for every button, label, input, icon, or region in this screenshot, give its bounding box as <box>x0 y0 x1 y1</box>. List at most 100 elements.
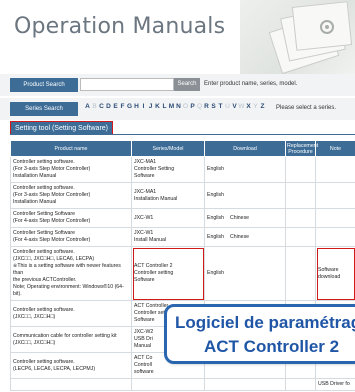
gear-illustration-icon <box>320 20 334 34</box>
series-letter-i[interactable]: I <box>140 103 147 110</box>
cell-note <box>315 182 355 210</box>
cell-product-name-line: (JXC□□, JXC□H□) <box>13 339 56 346</box>
cell-model-line: Software <box>134 277 155 284</box>
download-link-english[interactable]: English <box>207 234 224 240</box>
series-search-button[interactable]: Series Search <box>10 102 78 116</box>
cell-product-name-line: Controller setting software. <box>13 358 75 365</box>
series-letter-h[interactable]: H <box>133 103 140 110</box>
product-search-input[interactable] <box>80 78 174 91</box>
column-header-model: Series/Model <box>131 140 205 157</box>
cell-model-line: Controller Setting <box>134 166 175 173</box>
download-link-chinese[interactable]: Chinese <box>230 234 249 240</box>
callout-box: Logiciel de paramétrag ACT Controller 2 <box>164 304 355 364</box>
series-letter-e[interactable]: E <box>112 103 119 110</box>
cell-product-name-line: Communication cable for controller setti… <box>13 332 117 339</box>
series-letter-d[interactable]: D <box>105 103 112 110</box>
table-header-row: Product name Series/Model Download Repla… <box>10 140 355 157</box>
download-link-english[interactable]: English <box>207 270 224 276</box>
table-row: Controller setting software. (JXC□□, JXC□… <box>10 246 355 302</box>
product-search-bar: Product Search Search Enter product name… <box>0 74 355 96</box>
cell-product-name-line: Controller setting software. <box>13 306 75 313</box>
cell-product-name: Controller setting software. (JXC□□, JXC□… <box>10 246 132 302</box>
cell-replacement <box>285 208 316 229</box>
page-title: Operation Manuals <box>14 14 226 39</box>
product-search-button[interactable]: Product Search <box>10 78 78 92</box>
cell-product-name: Controller Setting Software (For 4-axis S… <box>10 208 132 229</box>
cell-product-name-line: (For 3-axis Step Motor Controller) <box>13 192 91 199</box>
series-letter-s[interactable]: S <box>210 103 217 110</box>
series-search-hint: Please select a series. <box>276 105 337 111</box>
cell-note <box>315 227 355 248</box>
series-letter-c[interactable]: C <box>98 103 105 110</box>
cell-product-name-line: (For 3-axis Step Motor Controller) <box>13 166 91 173</box>
series-letter-r[interactable]: R <box>203 103 210 110</box>
series-letter-p[interactable]: P <box>189 103 196 110</box>
cell-replacement <box>285 227 316 248</box>
column-header-product: Product name <box>10 140 132 157</box>
download-link-english[interactable]: English <box>207 166 224 172</box>
callout-line-1: Logiciel de paramétrag <box>175 313 355 332</box>
cell-download: English Chinese <box>204 208 286 229</box>
cell-product-name-line: Controller Setting Software <box>13 230 75 237</box>
cell-product-name-line: Controller Setting Software <box>13 211 75 218</box>
series-letter-index: ABCDEFGHIJKLMNOPQRSTUVWXYZ <box>84 103 266 110</box>
cell-download: English <box>204 246 286 302</box>
cell-product-name-line: Installation Manual <box>13 173 57 180</box>
table-row: USB Driver fo <box>10 378 355 392</box>
download-link-english[interactable]: English <box>207 215 224 221</box>
cell-product-name: Controller Setting Software (For 4-axis S… <box>10 227 132 248</box>
cell-download <box>204 378 286 392</box>
column-header-download: Download <box>204 140 286 157</box>
download-link-chinese[interactable]: Chinese <box>230 215 249 221</box>
search-button[interactable]: Search <box>174 78 200 91</box>
note-link[interactable]: USB Driver fo <box>318 381 353 388</box>
download-link-english[interactable]: English <box>207 192 224 198</box>
series-letter-k[interactable]: K <box>154 103 161 110</box>
cell-download: English <box>204 155 286 184</box>
cell-model-line: ACT Controller 2 <box>134 263 173 270</box>
series-letter-a[interactable]: A <box>84 103 91 110</box>
series-letter-f[interactable]: F <box>119 103 126 110</box>
cell-note <box>315 155 355 184</box>
series-letter-y: Y <box>253 103 258 110</box>
cell-model: JXC-W1 <box>131 208 205 229</box>
series-letter-t[interactable]: T <box>217 103 224 110</box>
cell-note: Softwaredownload <box>315 246 355 302</box>
series-letter-g[interactable]: G <box>126 103 133 110</box>
note-link[interactable]: download <box>318 274 353 281</box>
cell-replacement <box>285 155 316 184</box>
cell-note: USB Driver fo <box>315 378 355 392</box>
cell-product-name-line: Note; Operating environment: Windows®10 … <box>13 284 124 298</box>
series-letter-n[interactable]: N <box>175 103 182 110</box>
cell-product-name-line: Installation Manual <box>13 199 57 206</box>
cell-model-line: JXC-W1 <box>134 214 154 221</box>
table-row: Controller Setting Software (For 4-axis S… <box>10 208 355 229</box>
note-link[interactable]: Software <box>318 267 353 274</box>
cell-model-line: JXC-W1 <box>134 230 154 237</box>
series-letter-z[interactable]: Z <box>259 103 266 110</box>
cell-product-name-line: (For 4-axis Step Motor Controller) <box>13 218 91 225</box>
cell-product-name <box>10 378 132 392</box>
series-letter-v[interactable]: V <box>231 103 238 110</box>
table-row: Controller Setting Software (For 4-axis S… <box>10 227 355 248</box>
cell-product-name-line: (JXC□□, JXC□H□) <box>13 313 56 320</box>
cell-replacement <box>285 182 316 210</box>
series-search-bar: Series Search ABCDEFGHIJKLMNOPQRSTUVWXYZ… <box>0 98 355 120</box>
cell-note <box>315 208 355 229</box>
cell-model <box>131 378 205 392</box>
callout-line-2: ACT Controller 2 <box>204 337 340 356</box>
cell-product-name: Controller setting software. (JXC□□, JXC□… <box>10 300 132 328</box>
series-letter-m[interactable]: M <box>168 103 175 110</box>
series-letter-q: Q <box>196 103 203 110</box>
cell-model: JXC-W1 Install Manual <box>131 227 205 248</box>
series-letter-b: B <box>92 103 97 110</box>
series-letter-l[interactable]: L <box>161 103 168 110</box>
cell-product-name-line: (For 4-axis Step Motor Controller) <box>13 237 91 244</box>
series-letter-x[interactable]: X <box>245 103 252 110</box>
cell-product-name-line: Controller setting software. <box>13 159 75 165</box>
cell-model-line: JXC-MA1 <box>134 188 157 195</box>
section-heading: Setting tool (Setting Software) <box>10 121 113 135</box>
cell-model-line: Installation Manual <box>134 195 178 202</box>
cell-download: English Chinese <box>204 227 286 248</box>
series-letter-j[interactable]: J <box>147 103 154 110</box>
